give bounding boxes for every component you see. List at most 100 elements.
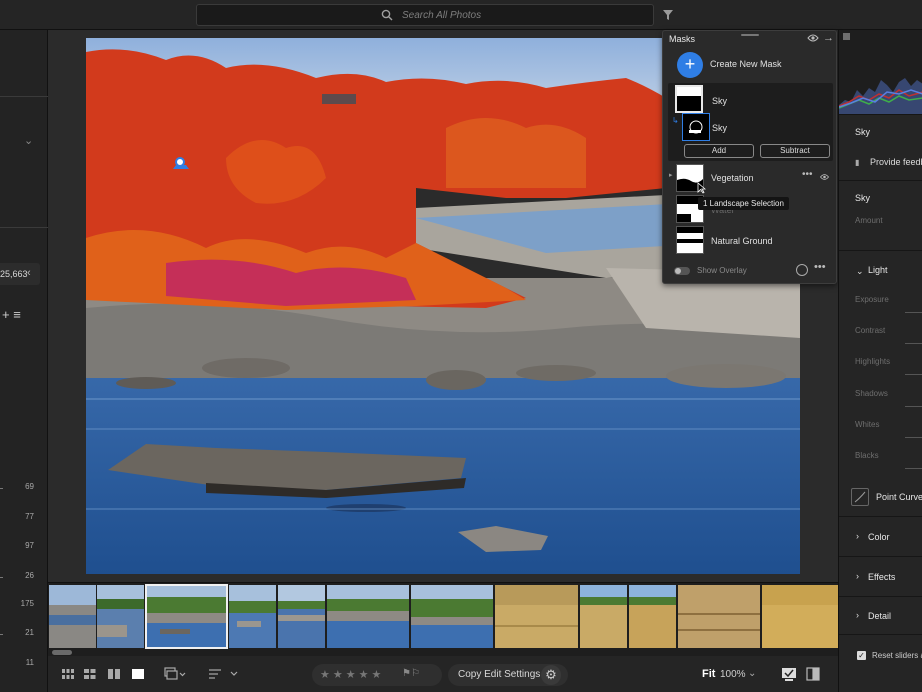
chevron-down-icon[interactable]: ⌄ [856, 266, 864, 277]
filmstrip-thumbnail[interactable] [229, 585, 276, 648]
add-button[interactable]: Add [684, 144, 754, 158]
expand-arrow-icon[interactable]: ▸ [669, 171, 673, 179]
search-input[interactable]: Search All Photos [196, 4, 654, 26]
filmstrip-thumbnail[interactable] [97, 585, 144, 648]
highlights-slider[interactable] [905, 374, 922, 375]
blacks-slider-label[interactable]: Blacks [855, 451, 879, 460]
more-options-icon[interactable]: ••• [814, 261, 826, 273]
filmstrip-thumbnail[interactable] [411, 585, 493, 648]
filmstrip-thumbnail[interactable] [629, 585, 676, 648]
reset-sliders-checkbox[interactable]: ✓ [857, 651, 866, 660]
mask-name: Natural Ground [711, 236, 773, 246]
more-options-icon[interactable]: ••• [802, 169, 813, 180]
overlay-color-swatch[interactable] [796, 264, 808, 276]
filmstrip-thumbnail[interactable] [327, 585, 409, 648]
copy-edit-settings-label: Copy Edit Settings [458, 669, 541, 680]
show-overlay-label: Show Overlay [697, 266, 747, 275]
divider [0, 96, 48, 97]
collapse-arrow-icon[interactable]: → [823, 32, 834, 44]
create-mask-button[interactable]: + [677, 52, 703, 78]
fit-button[interactable]: Fit [702, 668, 715, 680]
count-label: 11 [25, 658, 34, 667]
chevron-right-icon[interactable]: › [856, 571, 859, 581]
whites-slider-label[interactable]: Whites [855, 420, 879, 429]
count-label: 175 [20, 599, 34, 608]
chevron-down-icon[interactable]: ⌄ [24, 134, 33, 147]
chevron-right-icon[interactable]: › [856, 531, 859, 541]
masks-title: Masks [669, 34, 696, 44]
star-rating[interactable]: ★★★★★ [312, 664, 442, 686]
mask-thumbnail[interactable] [676, 226, 704, 254]
photo-grid-icon[interactable] [84, 669, 96, 679]
divider [839, 516, 922, 517]
zoom-level[interactable]: 100% [720, 669, 746, 680]
contrast-slider[interactable] [905, 343, 922, 344]
mask-group-sky[interactable]: Sky ↳ Sky Add Subtract [668, 83, 833, 161]
filmstrip-thumbnail[interactable] [678, 585, 760, 648]
divider [839, 250, 922, 251]
divider [839, 634, 922, 635]
divider [839, 180, 922, 181]
slideshow-icon[interactable] [164, 667, 186, 681]
subtract-button[interactable]: Subtract [760, 144, 830, 158]
count-label: 26 [25, 571, 34, 580]
blacks-slider[interactable] [905, 468, 922, 469]
filmstrip-scrollbar[interactable] [52, 650, 72, 655]
histogram [839, 30, 922, 114]
show-overlay-toggle[interactable] [674, 267, 690, 275]
count-label: 69 [25, 482, 34, 491]
highlights-slider-label[interactable]: Highlights [855, 357, 890, 366]
filmstrip-thumbnail[interactable] [495, 585, 578, 648]
left-panel: ⌄ 25,663 ‹ + ≡ 69 77 97 26 175 21 11 [0, 30, 48, 692]
filmstrip-thumbnail[interactable] [49, 585, 96, 648]
drag-handle[interactable] [741, 34, 759, 36]
point-curve-icon[interactable] [851, 488, 869, 506]
count-label: 21 [25, 628, 34, 637]
subtract-label: Subtract [780, 146, 810, 155]
eye-icon[interactable] [819, 173, 830, 181]
filter-icon[interactable] [662, 9, 674, 21]
chevron-down-icon[interactable]: ⌄ [748, 668, 756, 679]
exposure-slider-label[interactable]: Exposure [855, 295, 889, 304]
mask-pin-icon[interactable] [172, 156, 190, 172]
filmstrip-thumbnail-selected[interactable] [145, 584, 228, 649]
flag-pick-reject-icon[interactable]: ⚑⚐ [402, 668, 420, 679]
before-after-icon[interactable] [782, 667, 796, 681]
mask-name: Sky [712, 96, 728, 106]
photo-count-badge[interactable]: 25,663 ‹ [0, 263, 40, 285]
chevron-right-icon[interactable]: › [856, 610, 859, 620]
filmstrip-thumbnail[interactable] [278, 585, 325, 648]
bottom-toolbar: ★★★★★ ⚑⚐ Copy Edit Settings ⚙ Fit 100% ⌄ [48, 656, 838, 692]
tree-marker [0, 488, 3, 489]
top-bar: Search All Photos [0, 0, 922, 30]
amount-label: Amount [855, 216, 883, 225]
mask-name: Sky [855, 127, 871, 137]
shadows-slider[interactable] [905, 406, 922, 407]
light-section-label[interactable]: Light [868, 265, 888, 275]
mask-thumbnail[interactable] [675, 85, 703, 113]
component-thumbnail[interactable] [682, 113, 710, 141]
add-sort-tools[interactable]: + ≡ [2, 307, 21, 322]
point-curve-label[interactable]: Point Curve [876, 492, 922, 502]
detail-view-icon[interactable] [132, 669, 144, 679]
split-view-icon[interactable] [806, 667, 820, 681]
eye-icon[interactable] [807, 33, 819, 43]
color-section-label[interactable]: Color [868, 532, 890, 542]
compare-view-icon[interactable] [108, 669, 120, 679]
contrast-slider-label[interactable]: Contrast [855, 326, 885, 335]
square-grid-icon[interactable] [62, 669, 74, 679]
filmstrip-thumbnail[interactable] [762, 585, 838, 648]
create-mask-label[interactable]: Create New Mask [710, 59, 782, 69]
filmstrip-thumbnail[interactable] [580, 585, 627, 648]
effects-section-label[interactable]: Effects [868, 572, 895, 582]
chevron-left-icon: ‹ [27, 267, 31, 279]
sort-icon[interactable] [208, 667, 242, 681]
whites-slider[interactable] [905, 437, 922, 438]
gear-icon[interactable]: ⚙ [541, 665, 561, 685]
shadows-slider-label[interactable]: Shadows [855, 389, 888, 398]
filmstrip [48, 582, 838, 656]
detail-section-label[interactable]: Detail [868, 611, 891, 621]
divider [839, 114, 922, 115]
exposure-slider[interactable] [905, 312, 922, 313]
add-label: Add [711, 146, 727, 155]
